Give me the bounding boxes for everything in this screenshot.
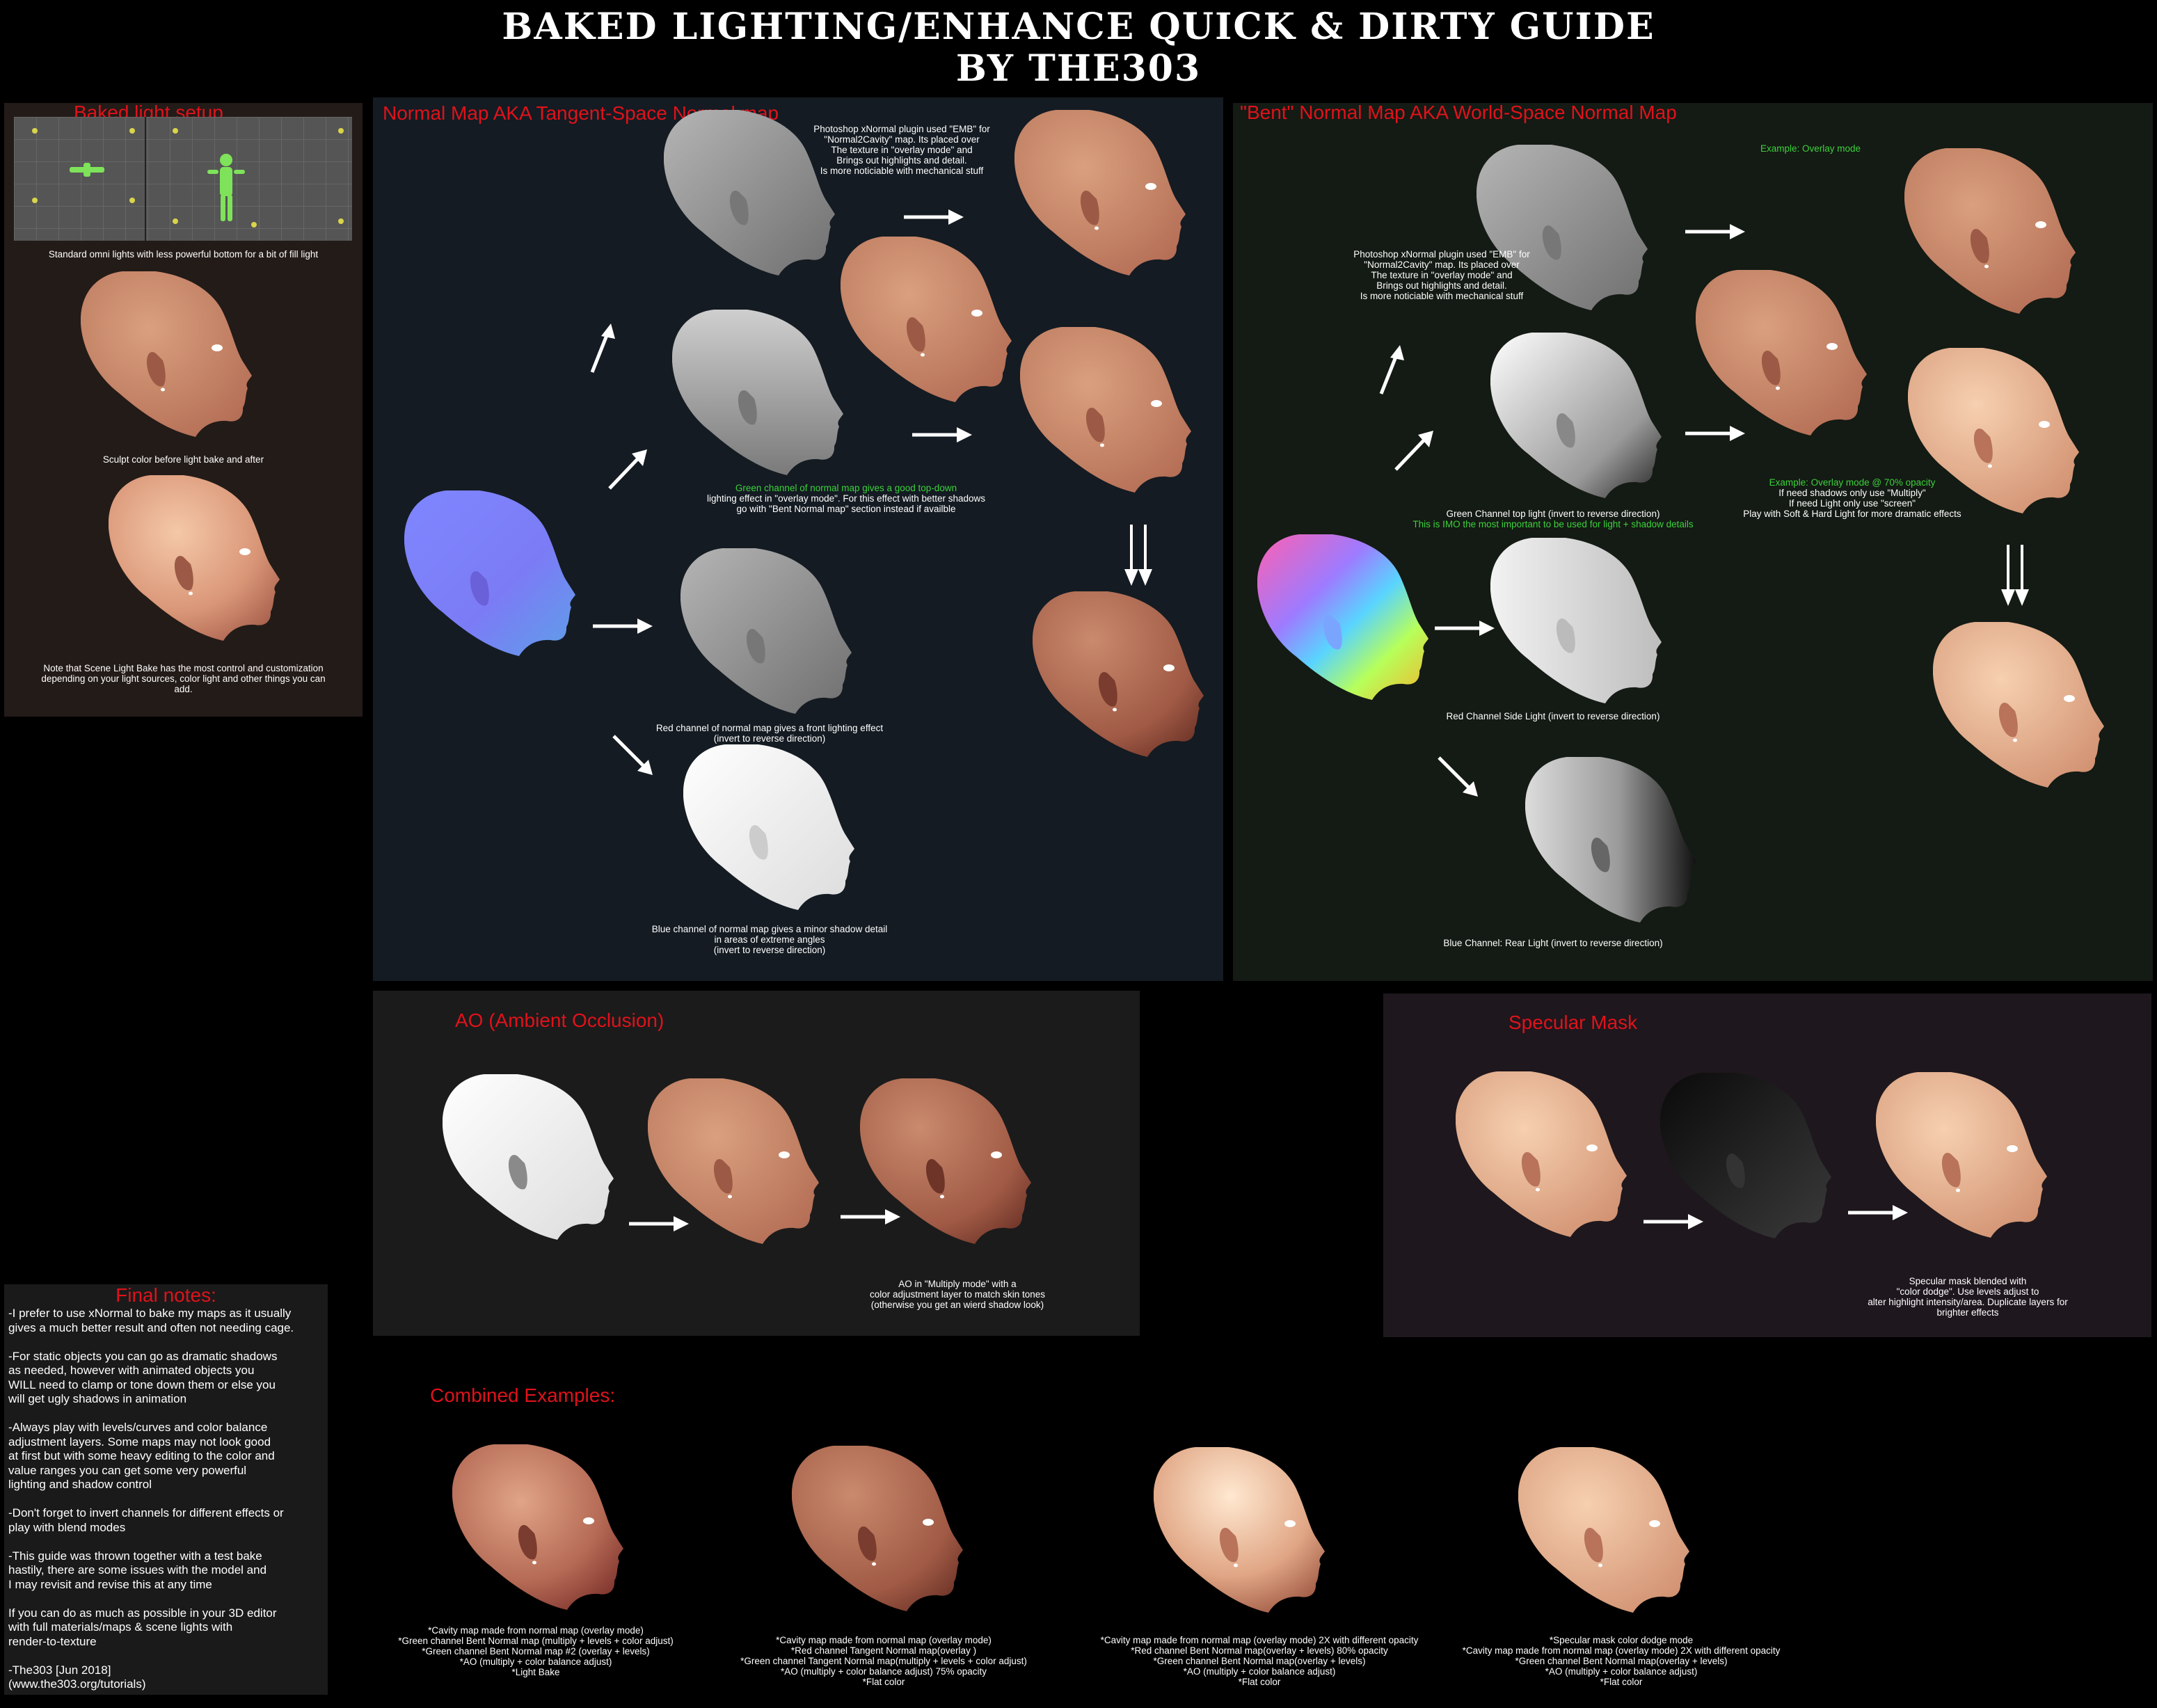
arrow-icon-up-2: [608, 449, 647, 490]
ao-caption: AO in "Multiply mode" with a color adjus…: [869, 1279, 1046, 1310]
arrow-icon-right-5: [1685, 426, 1745, 441]
guide-author: BY THE303: [955, 47, 1202, 90]
final-notes-title: Final notes:: [116, 1284, 216, 1306]
final-notes-panel: Final notes: -I prefer to use xNormal to…: [4, 1284, 328, 1695]
combined-caption-3: *Cavity map made from normal map (overla…: [1100, 1635, 1419, 1687]
head-flat-color: [841, 237, 1012, 402]
bent-normal-panel: "Bent" Normal Map AKA World-Space Normal…: [1233, 102, 2153, 981]
arrow-icon-up-4: [1394, 431, 1433, 471]
normal-caption-emb: Photoshop xNormal plugin used "EMB" for …: [813, 124, 990, 176]
guide-title: BAKED LIGHTING/ENHANCE QUICK & DIRTY GUI…: [502, 6, 1655, 48]
bent-caption-emb: Photoshop xNormal plugin used "EMB" for …: [1353, 249, 1530, 301]
head-combined-1: [452, 1444, 623, 1610]
bent-caption-blend-modes: If need shadows only use "Multiply" If n…: [1743, 488, 1961, 519]
head-green-channel-map: [672, 310, 843, 475]
bent-caption-green: Green Channel top light (invert to rever…: [1446, 509, 1660, 519]
bent-example-overlay-70: Example: Overlay mode @ 70% opacity: [1769, 477, 1936, 488]
baked-caption-omni: Standard omni lights with less powerful …: [48, 249, 319, 260]
head-bent-blue-map: [1525, 757, 1696, 923]
head-render-light-baked: [109, 475, 280, 641]
arrow-icon-right-6: [1435, 621, 1495, 636]
head-bent-emb-result: [1904, 148, 2076, 314]
combined-caption-4: *Specular mask color dodge mode *Cavity …: [1462, 1635, 1781, 1687]
bent-caption-green-note: This is IMO the most important to be use…: [1412, 519, 1694, 529]
bent-example-overlay: Example: Overlay mode: [1760, 143, 1861, 154]
arrow-icon-down-right-2: [1438, 756, 1478, 797]
head-bent-flat-color: [1696, 270, 1867, 436]
baked-caption-scene-light: Note that Scene Light Bake has the most …: [41, 663, 326, 694]
specular-caption: Specular mask blended with "color dodge"…: [1868, 1276, 2068, 1318]
ao-title: AO (Ambient Occlusion): [455, 1009, 664, 1031]
arrow-icon-down-right: [612, 735, 653, 775]
omni-light-icons: [32, 128, 344, 228]
arrow-icon-right-2: [912, 427, 972, 442]
arrow-icon-right-1: [904, 209, 964, 225]
arrow-icon-up-3: [1379, 345, 1404, 394]
combined-caption-1: *Cavity map made from normal map (overla…: [398, 1625, 674, 1677]
double-arrow-down-icon: [1124, 525, 1152, 586]
normal-caption-green-a: Green channel of normal map gives a good…: [735, 483, 957, 493]
bent-normal-title: "Bent" Normal Map AKA World-Space Normal…: [1240, 102, 1677, 123]
arrow-icon-right-10: [1848, 1205, 1908, 1220]
top-view-model-icon: [70, 163, 104, 177]
head-normal-final-result: [1033, 591, 1204, 757]
arrow-icon-right-7: [629, 1216, 689, 1231]
specular-title: Specular Mask: [1509, 1012, 1638, 1033]
normal-caption-green-b: lighting effect in "overlay mode". For t…: [706, 493, 986, 514]
head-blue-channel-map: [683, 744, 854, 910]
baked-caption-before-after: Sculpt color before light bake and after: [102, 454, 264, 465]
combined-title: Combined Examples:: [430, 1384, 616, 1406]
head-combined-3: [1154, 1447, 1325, 1613]
head-red-channel-map: [680, 548, 852, 714]
head-world-space-normal-map: [1257, 534, 1428, 700]
bent-caption-red: Red Channel Side Light (invert to revers…: [1446, 711, 1660, 721]
head-combined-4: [1518, 1447, 1689, 1613]
bent-caption-blue: Blue Channel: Rear Light (invert to reve…: [1443, 938, 1663, 948]
normal-caption-blue: Blue channel of normal map gives a minor…: [651, 924, 888, 955]
normal-map-panel: Normal Map AKA Tangent-Space Normal map …: [373, 97, 1223, 981]
head-green-channel-result: [1020, 327, 1191, 493]
arrow-icon-right-8: [841, 1209, 900, 1224]
baked-light-panel: Baked light setup Standard omni lights w…: [4, 102, 363, 717]
head-tangent-normal-map: [404, 490, 575, 656]
arrow-icon-up-1: [590, 324, 615, 373]
head-emb-result: [1014, 110, 1186, 276]
combined-caption-2: *Cavity map made from normal map (overla…: [740, 1635, 1027, 1687]
head-render-sculpt-color: [81, 271, 252, 437]
arrow-icon-right-9: [1643, 1214, 1703, 1229]
head-ao-map: [443, 1074, 614, 1240]
head-bent-final-result: [1933, 622, 2104, 788]
specular-panel: Specular Mask Specular mask blended with…: [1383, 993, 2151, 1337]
head-bent-green-map: [1490, 333, 1662, 498]
head-spec-base: [1456, 1071, 1627, 1237]
front-view-model-icon: [207, 154, 245, 221]
arrow-icon-right-4: [1685, 224, 1745, 239]
head-bent-red-map: [1490, 538, 1662, 703]
final-notes-body: -I prefer to use xNormal to bake my maps…: [8, 1307, 294, 1691]
light-setup-viewport: [14, 117, 352, 241]
arrow-icon-right-3: [593, 618, 653, 634]
head-combined-2: [792, 1446, 963, 1611]
ao-panel: AO (Ambient Occlusion) AO in "Multiply m…: [373, 991, 1140, 1336]
double-arrow-down-icon-2: [2001, 545, 2029, 606]
